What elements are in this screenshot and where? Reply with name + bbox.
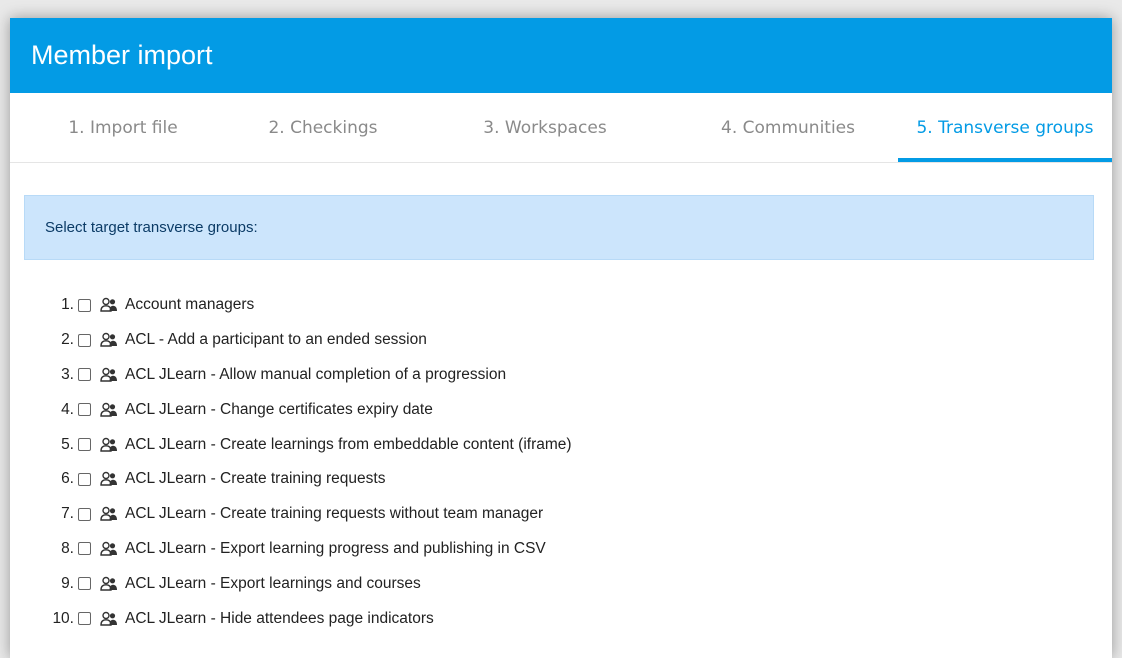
list-item: 8. ACL JLearn - Export learning progress … [10, 532, 1110, 567]
group-icon [100, 298, 117, 313]
tab-transverse-groups[interactable]: 5. Transverse groups [898, 93, 1112, 162]
group-checkbox[interactable] [78, 298, 91, 312]
alert-text: Select target transverse groups: [45, 219, 258, 236]
tab-workspaces[interactable]: 3. Workspaces [445, 93, 645, 162]
group-label: ACL JLearn - Export learnings and course… [125, 574, 421, 592]
group-checkbox[interactable] [78, 333, 91, 347]
group-label: ACL - Add a participant to an ended sess… [125, 331, 427, 349]
group-icon [100, 472, 117, 487]
group-label: ACL JLearn - Hide attendees page indicat… [125, 609, 434, 627]
list-item: 2. ACL - Add a participant to an ended se… [10, 323, 1110, 358]
list-item: 10. ACL JLearn - Hide attendees page indi… [10, 601, 1110, 636]
tab-import-file[interactable]: 1. Import file [33, 93, 213, 162]
tab-communities[interactable]: 4. Communities [688, 93, 888, 162]
tab-bar: 1. Import file 2. Checkings 3. Workspace… [10, 93, 1112, 163]
group-icon [100, 576, 117, 591]
group-label: ACL JLearn - Allow manual completion of … [125, 365, 507, 383]
list-item: 9. ACL JLearn - Export learnings and cour… [10, 566, 1110, 601]
list-item: 4. ACL JLearn - Change certificates expir… [10, 392, 1110, 427]
group-icon [100, 541, 117, 556]
group-icon [100, 332, 117, 347]
group-icon [100, 402, 117, 417]
group-checkbox[interactable] [78, 507, 91, 521]
group-checkbox[interactable] [78, 612, 91, 626]
group-checkbox[interactable] [78, 403, 91, 417]
group-icon [100, 437, 117, 452]
list-item: 1. Account managers [10, 288, 1110, 323]
item-number: 6. [61, 470, 74, 488]
modal-title: Member import [31, 40, 213, 70]
item-number: 7. [61, 505, 74, 523]
group-checkbox[interactable] [78, 438, 91, 452]
item-number: 9. [61, 574, 74, 592]
group-checkbox[interactable] [78, 577, 91, 591]
group-label: Account managers [125, 296, 255, 314]
group-label: ACL JLearn - Change certificates expiry … [125, 400, 433, 418]
group-label: ACL JLearn - Create training requests [125, 470, 386, 488]
transverse-group-list: 1. Account managers 2. ACL - Add a particip… [10, 288, 1110, 636]
group-checkbox[interactable] [78, 368, 91, 382]
group-label: ACL JLearn - Export learning progress an… [125, 539, 546, 557]
item-number: 3. [61, 365, 74, 383]
item-number: 4. [61, 400, 74, 418]
group-label: ACL JLearn - Create learnings from embed… [125, 435, 572, 453]
item-number: 10. [52, 609, 74, 627]
list-item: 3. ACL JLearn - Allow manual completion o… [10, 358, 1110, 393]
tab-checkings[interactable]: 2. Checkings [233, 93, 413, 162]
item-number: 2. [61, 331, 74, 349]
group-icon [100, 506, 117, 521]
list-item: 6. ACL JLearn - Create training requests [10, 462, 1110, 497]
list-item: 7. ACL JLearn - Create training requests … [10, 497, 1110, 532]
list-item: 5. ACL JLearn - Create learnings from emb… [10, 427, 1110, 462]
modal-header: Member import [10, 18, 1112, 93]
member-import-modal: Member import 1. Import file 2. Checking… [10, 18, 1112, 658]
group-checkbox[interactable] [78, 472, 91, 486]
group-label: ACL JLearn - Create training requests wi… [125, 505, 544, 523]
item-number: 8. [61, 539, 74, 557]
group-icon [100, 367, 117, 382]
group-checkbox[interactable] [78, 542, 91, 556]
item-number: 1. [61, 296, 74, 314]
instruction-alert: Select target transverse groups: [24, 195, 1094, 260]
item-number: 5. [61, 435, 74, 453]
group-icon [100, 611, 117, 626]
